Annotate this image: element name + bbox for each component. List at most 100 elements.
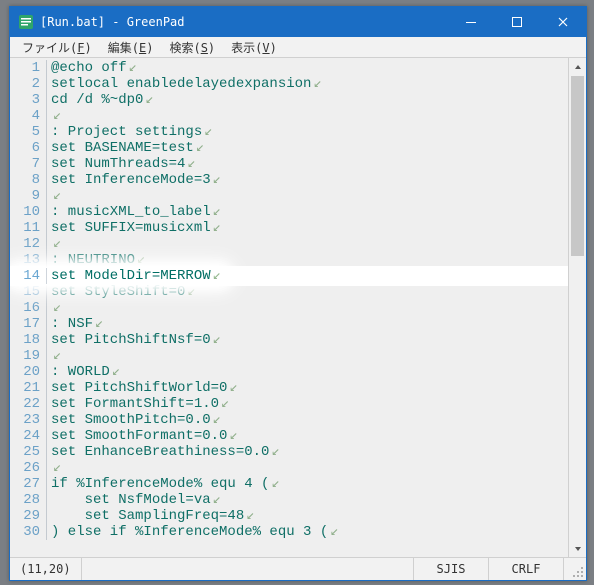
- line-number: 15: [10, 284, 46, 300]
- line-number: 12: [10, 236, 46, 252]
- code-line[interactable]: 30) else if %InferenceMode% equ 3 (↙: [10, 524, 568, 540]
- eol-icon: ↙: [129, 60, 137, 76]
- line-number: 14: [10, 268, 46, 284]
- code-line[interactable]: 11set SUFFIX=musicxml↙: [10, 220, 568, 236]
- scroll-thumb[interactable]: [571, 76, 584, 256]
- menu-view-label: 表示: [231, 41, 255, 55]
- code-line[interactable]: 28 set NsfModel=va↙: [10, 492, 568, 508]
- code-text: ↙: [51, 460, 568, 476]
- line-number: 7: [10, 156, 46, 172]
- code-line[interactable]: 17: NSF↙: [10, 316, 568, 332]
- line-number: 24: [10, 428, 46, 444]
- eol-icon: ↙: [213, 204, 221, 220]
- code-line[interactable]: 20: WORLD↙: [10, 364, 568, 380]
- line-number: 23: [10, 412, 46, 428]
- line-number: 19: [10, 348, 46, 364]
- resize-grip-icon[interactable]: [564, 558, 586, 580]
- line-number: 3: [10, 92, 46, 108]
- line-number: 1: [10, 60, 46, 76]
- code-text: : WORLD↙: [51, 364, 568, 380]
- code-line[interactable]: 16↙: [10, 300, 568, 316]
- code-line[interactable]: 22set FormantShift=1.0↙: [10, 396, 568, 412]
- eol-icon: ↙: [187, 284, 195, 300]
- code-line[interactable]: 6set BASENAME=test↙: [10, 140, 568, 156]
- code-line[interactable]: 8set InferenceMode=3↙: [10, 172, 568, 188]
- titlebar[interactable]: [Run.bat] - GreenPad: [10, 7, 586, 37]
- code-line[interactable]: 23 set SmoothPitch=0.0↙: [10, 412, 568, 428]
- maximize-button[interactable]: [494, 7, 540, 37]
- code-line[interactable]: 21set PitchShiftWorld=0↙: [10, 380, 568, 396]
- eol-icon: ↙: [213, 332, 221, 348]
- code-line[interactable]: 12 ↙: [10, 236, 568, 252]
- code-line[interactable]: 13: NEUTRINO↙: [10, 252, 568, 268]
- window-controls: [448, 7, 586, 37]
- code-line[interactable]: 9↙: [10, 188, 568, 204]
- code-line[interactable]: 19 ↙: [10, 348, 568, 364]
- code-line[interactable]: 10: musicXML_to_label↙: [10, 204, 568, 220]
- code-text: ↙: [51, 300, 568, 316]
- scroll-up-button[interactable]: [569, 58, 586, 75]
- eol-icon: ↙: [330, 524, 338, 540]
- code-line[interactable]: 3cd /d %~dp0↙: [10, 92, 568, 108]
- code-text: set NumThreads=4↙: [51, 156, 568, 172]
- code-line[interactable]: 24 set SmoothFormant=0.0↙: [10, 428, 568, 444]
- code-line[interactable]: 7 set NumThreads=4↙: [10, 156, 568, 172]
- code-line[interactable]: 1@echo off↙: [10, 60, 568, 76]
- code-text: set PitchShiftNsf=0↙: [51, 332, 568, 348]
- code-line[interactable]: 26↙: [10, 460, 568, 476]
- menu-view-accel: V: [262, 41, 269, 55]
- code-text: ↙: [51, 348, 568, 364]
- line-number: 11: [10, 220, 46, 236]
- eol-icon: ↙: [213, 492, 221, 508]
- scroll-down-button[interactable]: [569, 540, 586, 557]
- eol-icon: ↙: [196, 140, 204, 156]
- status-encoding[interactable]: SJIS: [414, 558, 489, 580]
- menu-view[interactable]: 表示(V): [223, 37, 285, 58]
- code-line[interactable]: 15set StyleShift=0↙: [10, 284, 568, 300]
- line-number: 22: [10, 396, 46, 412]
- line-number: 4: [10, 108, 46, 124]
- line-number: 17: [10, 316, 46, 332]
- code-text: set ModelDir=MERROW↙: [51, 268, 568, 284]
- code-text: ) else if %InferenceMode% equ 3 (↙: [51, 524, 568, 540]
- code-text: set SmoothFormant=0.0↙: [51, 428, 568, 444]
- eol-icon: ↙: [221, 396, 229, 412]
- eol-icon: ↙: [145, 92, 153, 108]
- line-number: 28: [10, 492, 46, 508]
- code-line[interactable]: 27 if %InferenceMode% equ 4 (↙: [10, 476, 568, 492]
- code-area[interactable]: 1@echo off↙2setlocal enabledelayedexpans…: [10, 58, 568, 557]
- line-number: 9: [10, 188, 46, 204]
- menu-file[interactable]: ファイル(F): [14, 37, 100, 58]
- eol-icon: ↙: [53, 348, 61, 364]
- menu-search[interactable]: 検索(S): [161, 37, 223, 58]
- code-text: set SmoothPitch=0.0↙: [51, 412, 568, 428]
- line-number: 25: [10, 444, 46, 460]
- eol-icon: ↙: [112, 364, 120, 380]
- app-icon: [18, 14, 34, 30]
- minimize-button[interactable]: [448, 7, 494, 37]
- editor-area: 1@echo off↙2setlocal enabledelayedexpans…: [10, 58, 586, 557]
- statusbar: (11,20) SJIS CRLF: [10, 557, 586, 580]
- code-line[interactable]: 2setlocal enabledelayedexpansion↙: [10, 76, 568, 92]
- line-number: 27: [10, 476, 46, 492]
- eol-icon: ↙: [53, 188, 61, 204]
- eol-icon: ↙: [213, 268, 221, 284]
- code-line[interactable]: 29 set SamplingFreq=48↙: [10, 508, 568, 524]
- eol-icon: ↙: [213, 412, 221, 428]
- code-text: if %InferenceMode% equ 4 (↙: [51, 476, 568, 492]
- code-line[interactable]: 14 set ModelDir=MERROW↙: [10, 268, 568, 284]
- code-line[interactable]: 18set PitchShiftNsf=0↙: [10, 332, 568, 348]
- code-text: set SamplingFreq=48↙: [51, 508, 568, 524]
- code-line[interactable]: 4↙: [10, 108, 568, 124]
- code-line[interactable]: 5: Project settings↙: [10, 124, 568, 140]
- vertical-scrollbar[interactable]: [568, 58, 586, 557]
- code-text: ↙: [51, 236, 568, 252]
- status-line-ending[interactable]: CRLF: [489, 558, 564, 580]
- line-number: 2: [10, 76, 46, 92]
- menu-file-label: ファイル: [22, 41, 70, 55]
- code-text: : NEUTRINO↙: [51, 252, 568, 268]
- menu-file-accel: F: [77, 41, 84, 55]
- menu-edit[interactable]: 編集(E): [100, 37, 162, 58]
- code-line[interactable]: 25set EnhanceBreathiness=0.0↙: [10, 444, 568, 460]
- close-button[interactable]: [540, 7, 586, 37]
